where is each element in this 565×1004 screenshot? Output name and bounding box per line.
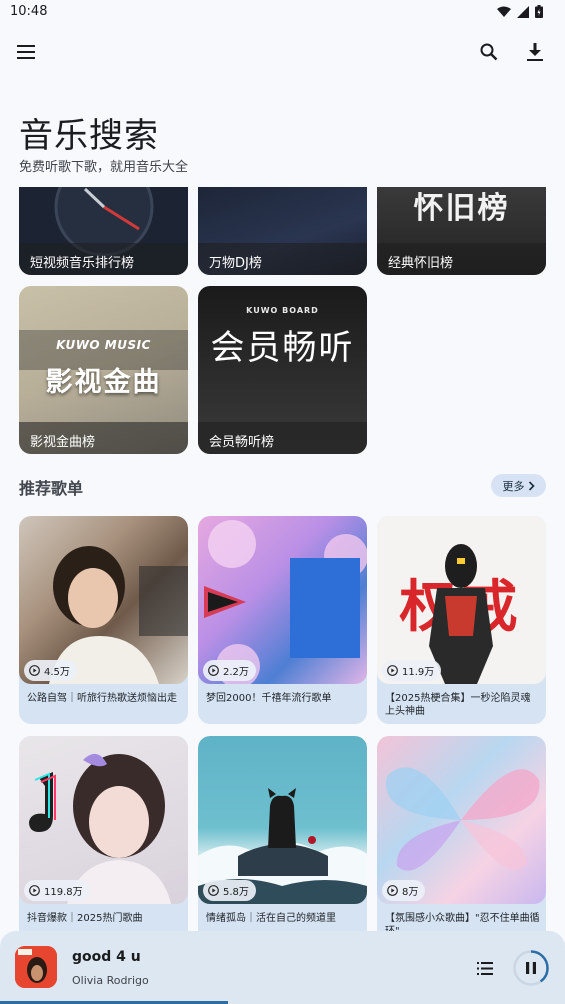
playlist-name: 公路自驾｜听旅行热歌送烦恼出走 [27, 693, 177, 704]
pause-button[interactable] [512, 949, 550, 987]
play-count-value: 4.5万 [44, 667, 70, 678]
playlist-name: 抖音爆款｜2025热门歌曲 [27, 913, 143, 924]
play-count: 4.5万 [24, 660, 77, 681]
playlist-name: 梦回2000！千禧年流行歌单 [206, 693, 332, 704]
play-circle-icon [387, 665, 398, 676]
battery-icon [535, 5, 543, 18]
ranking-label: 影视金曲榜 [19, 422, 188, 454]
status-icons [497, 5, 543, 18]
cover-artwork [204, 520, 367, 684]
playlist-card[interactable]: 2.2万 梦回2000！千禧年流行歌单 [198, 516, 367, 724]
play-circle-icon [208, 885, 219, 896]
app-bar [0, 30, 565, 74]
more-label: 更多 [502, 479, 525, 493]
ranking-art-text: 怀旧榜 [413, 191, 510, 226]
play-count-value: 8万 [402, 887, 419, 898]
play-circle-icon [387, 885, 398, 896]
play-count: 5.8万 [203, 880, 256, 901]
playlist-cover [198, 516, 367, 684]
queue-list-icon [477, 961, 493, 975]
playlist-card[interactable]: 119.8万 抖音爆款｜2025热门歌曲 [19, 736, 188, 931]
ranking-label: 万物DJ榜 [198, 243, 367, 275]
playlist-queue-button[interactable] [470, 953, 500, 983]
song-artist: Olivia Rodrigo [72, 974, 149, 987]
playlist-cover [198, 736, 367, 904]
playlist-cover [19, 516, 188, 684]
playlist-name: 【氛围感小众歌曲】"忍不住单曲循环" [385, 913, 540, 931]
album-art [15, 946, 57, 988]
pause-icon [526, 962, 536, 974]
play-count-value: 5.8万 [223, 887, 249, 898]
ranking-card[interactable]: KUWO MUSIC 影视金曲 影视金曲榜 [19, 286, 188, 454]
status-bar: 10:48 [0, 0, 565, 24]
play-count-value: 119.8万 [44, 887, 83, 898]
playlist-name: 情绪孤岛｜活在自己的频道里 [206, 913, 336, 924]
download-button[interactable] [520, 37, 550, 67]
play-circle-icon [208, 665, 219, 676]
playlist-cover [377, 736, 546, 904]
play-count-value: 2.2万 [223, 667, 249, 678]
wifi-icon [497, 6, 511, 17]
status-time: 10:48 [10, 4, 48, 19]
ranking-label: 经典怀旧榜 [377, 243, 546, 275]
play-count-value: 11.9万 [402, 667, 435, 678]
ranking-label: 会员畅听榜 [198, 422, 367, 454]
play-count: 11.9万 [382, 660, 442, 681]
ranking-art-text: 会员畅听 [210, 328, 355, 368]
ranking-card[interactable]: 短视频音乐排行榜 [19, 187, 188, 275]
butterfly-artwork [385, 767, 540, 871]
hero-artwork [429, 544, 493, 684]
ranking-art-brand: KUWO BOARD [246, 306, 319, 315]
play-count: 2.2万 [203, 660, 256, 681]
cover-artwork [49, 546, 188, 684]
page-subtitle: 免费听歌下歌，就用音乐大全 [19, 160, 189, 175]
playlist-card[interactable]: 权戒 11.9万 【2025热梗合集】一秒沦陷灵魂上头神曲 [377, 516, 546, 724]
cover-artwork [29, 753, 171, 904]
playlist-card[interactable]: 5.8万 情绪孤岛｜活在自己的频道里 [198, 736, 367, 931]
download-icon [527, 43, 543, 61]
ranking-card[interactable]: 万物DJ榜 [198, 187, 367, 275]
play-circle-icon [29, 665, 40, 676]
search-icon [480, 43, 498, 61]
ranking-art-text: 影视金曲 [45, 367, 162, 398]
signal-icon [517, 5, 529, 18]
playlist-name: 【2025热梗合集】一秒沦陷灵魂上头神曲 [385, 693, 531, 717]
play-count: 8万 [382, 880, 426, 901]
play-count: 119.8万 [24, 880, 90, 901]
playlist-cover [19, 736, 188, 904]
section-title: 推荐歌单 [19, 479, 84, 498]
more-button[interactable]: 更多 [491, 474, 546, 497]
playlist-card[interactable]: 4.5万 公路自驾｜听旅行热歌送烦恼出走 [19, 516, 188, 724]
search-button[interactable] [474, 37, 504, 67]
ranking-card[interactable]: 怀旧榜 经典怀旧榜 [377, 187, 546, 275]
cover-artwork [198, 788, 367, 904]
chevron-right-icon [528, 480, 535, 491]
menu-button[interactable] [11, 37, 41, 67]
play-circle-icon [29, 885, 40, 896]
song-title: good 4 u [72, 949, 141, 965]
ranking-card[interactable]: KUWO BOARD 会员畅听 会员畅听榜 [198, 286, 367, 454]
playlist-cover: 权戒 [377, 516, 546, 684]
playlist-card[interactable]: 8万 【氛围感小众歌曲】"忍不住单曲循环" [377, 736, 546, 931]
ranking-art-brand: KUWO MUSIC [56, 338, 151, 352]
ranking-label: 短视频音乐排行榜 [19, 243, 188, 275]
page-title: 音乐搜索 [19, 116, 159, 156]
mini-player[interactable]: good 4 u Olivia Rodrigo [0, 931, 565, 1004]
album-artwork [15, 946, 57, 988]
menu-icon [17, 45, 35, 59]
